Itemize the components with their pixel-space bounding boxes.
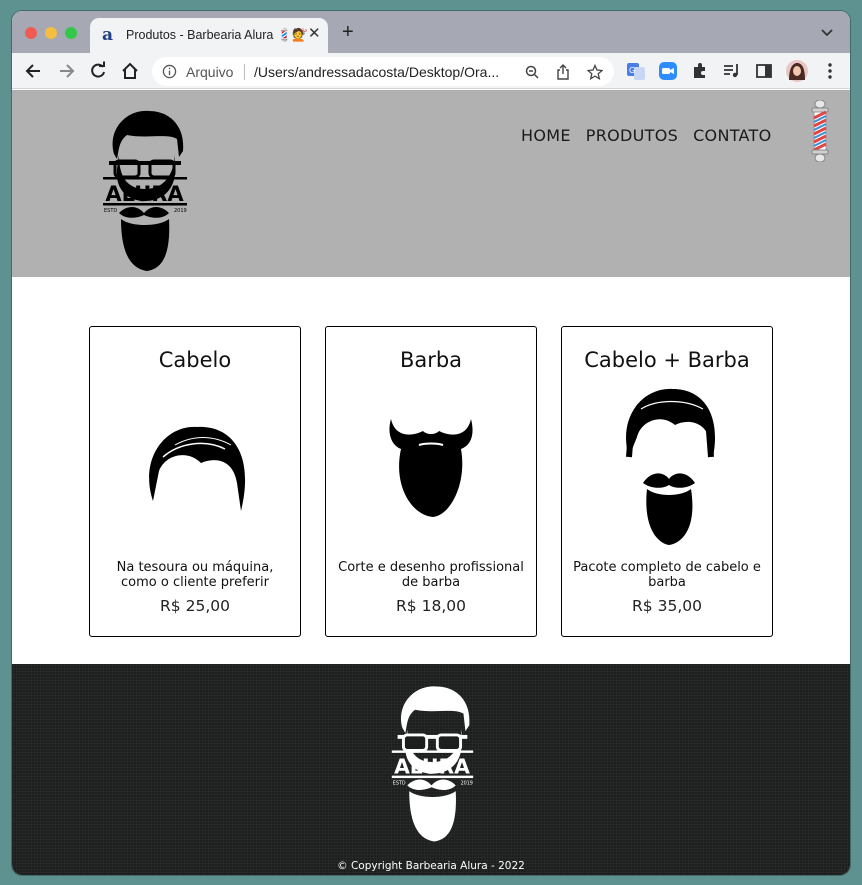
forward-arrow-icon[interactable] bbox=[56, 61, 76, 81]
product-price: R$ 25,00 bbox=[160, 597, 230, 615]
side-panel-icon[interactable] bbox=[754, 61, 774, 81]
product-title: Cabelo + Barba bbox=[584, 348, 750, 372]
browser-toolbar: Arquivo /Users/andressadacosta/Desktop/O… bbox=[12, 53, 850, 89]
hair-icon bbox=[149, 426, 246, 511]
chevron-down-icon[interactable] bbox=[820, 25, 834, 39]
product-card: Cabelo + Barba Pacote completo de cabelo… bbox=[561, 326, 773, 637]
product-price: R$ 35,00 bbox=[632, 597, 702, 615]
product-card: Barba Corte e desenho profissional de ba… bbox=[325, 326, 537, 637]
product-description: Pacote completo de cabelo e barba bbox=[573, 560, 761, 590]
media-control-icon[interactable] bbox=[722, 61, 742, 81]
product-title: Cabelo bbox=[158, 348, 232, 372]
product-description: Corte e desenho profissional de barba bbox=[338, 560, 524, 590]
hair-and-beard-icon bbox=[626, 388, 716, 545]
product-description: Na tesoura ou máquina, como o cliente pr… bbox=[116, 560, 274, 590]
product-price: R$ 18,00 bbox=[396, 597, 466, 615]
nav-produtos-link[interactable]: PRODUTOS bbox=[586, 126, 678, 145]
barbearia-logo[interactable]: ALURA ESTD 2019 bbox=[97, 109, 192, 274]
svg-text:2019: 2019 bbox=[174, 208, 187, 214]
svg-text:G: G bbox=[629, 66, 635, 75]
share-icon[interactable] bbox=[555, 64, 571, 80]
info-icon[interactable] bbox=[162, 64, 177, 79]
svg-text:ALURA: ALURA bbox=[394, 755, 470, 779]
translate-extension-icon[interactable]: G bbox=[626, 61, 646, 81]
svg-text:ESTD: ESTD bbox=[104, 208, 117, 214]
close-icon[interactable]: ✕ bbox=[308, 26, 321, 42]
svg-text:ALURA: ALURA bbox=[105, 182, 184, 206]
kebab-menu-icon[interactable] bbox=[820, 61, 840, 81]
address-scheme-label: Arquivo bbox=[186, 64, 234, 80]
address-separator bbox=[244, 64, 245, 80]
barber-pole-icon bbox=[811, 100, 829, 162]
address-url[interactable]: /Users/andressadacosta/Desktop/Ora... bbox=[254, 64, 516, 80]
product-title: Barba bbox=[399, 348, 463, 372]
home-icon[interactable] bbox=[120, 61, 140, 81]
back-arrow-icon[interactable] bbox=[24, 61, 44, 81]
nav-home-link[interactable]: HOME bbox=[521, 126, 571, 145]
minimize-window-button[interactable] bbox=[45, 27, 57, 39]
favicon-icon: a bbox=[102, 25, 114, 45]
maximize-window-button[interactable] bbox=[65, 27, 77, 39]
tab-title: Produtos - Barbearia Alura 💈💇 bbox=[126, 28, 308, 42]
site-header: ALURA ESTD 2019 HOME PRODUTOS CONTATO bbox=[12, 90, 850, 277]
close-window-button[interactable] bbox=[25, 27, 37, 39]
address-bar[interactable]: Arquivo /Users/andressadacosta/Desktop/O… bbox=[152, 57, 614, 86]
barbearia-logo-white: ALURA ESTD 2019 bbox=[391, 686, 474, 842]
web-page: ALURA ESTD 2019 HOME PRODUTOS CONTATO Ca… bbox=[12, 90, 850, 875]
product-card: Cabelo Na tesoura ou máquina, como o cli… bbox=[89, 326, 301, 637]
browser-window: a Produtos - Barbearia Alura 💈💇 ✕ + Arqu… bbox=[12, 11, 850, 875]
extensions-puzzle-icon[interactable] bbox=[690, 61, 710, 81]
copyright-text: © Copyright Barbearia Alura - 2022 bbox=[337, 860, 525, 872]
beard-icon bbox=[389, 419, 473, 517]
site-footer: ALURA ESTD 2019 © Copyright Barbearia Al… bbox=[12, 664, 850, 875]
svg-text:ESTD: ESTD bbox=[393, 780, 406, 786]
main-nav: HOME PRODUTOS CONTATO bbox=[521, 126, 772, 145]
new-tab-button[interactable]: + bbox=[342, 22, 354, 42]
profile-avatar[interactable] bbox=[786, 60, 808, 82]
bookmark-star-icon[interactable] bbox=[587, 64, 603, 80]
nav-contato-link[interactable]: CONTATO bbox=[693, 126, 771, 145]
tab-strip: a Produtos - Barbearia Alura 💈💇 ✕ + bbox=[12, 11, 850, 53]
zoom-icon[interactable] bbox=[524, 64, 540, 80]
tab-produtos[interactable]: a Produtos - Barbearia Alura 💈💇 ✕ bbox=[90, 18, 328, 53]
reload-icon[interactable] bbox=[88, 61, 108, 81]
svg-text:2019: 2019 bbox=[461, 780, 473, 786]
zoom-extension-icon[interactable] bbox=[658, 61, 678, 81]
